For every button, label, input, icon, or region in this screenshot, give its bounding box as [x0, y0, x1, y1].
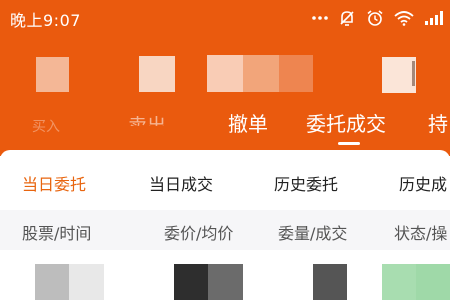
status-time: 晚上9:07	[10, 11, 81, 30]
column-price-avg: 委价/均价	[164, 224, 234, 243]
account-info-blurred	[243, 55, 279, 92]
column-qty-filled: 委量/成交	[278, 224, 348, 243]
account-info-blurred	[207, 55, 243, 92]
account-info-blurred	[139, 56, 175, 92]
tab-holdings[interactable]: 持	[428, 108, 448, 137]
subtab-history-trades[interactable]: 历史成	[399, 171, 447, 195]
list-item-blurred	[69, 264, 104, 300]
list-item-blurred	[416, 264, 450, 300]
list-item-blurred	[208, 264, 243, 300]
active-tab-indicator	[338, 142, 360, 145]
account-info-blurred	[382, 57, 416, 93]
app-header: 晚上9:07 买入 卖出 撤单 委托成交 持	[0, 0, 450, 156]
account-avatar-blurred	[36, 57, 69, 92]
subtab-history-orders[interactable]: 历史委托	[274, 171, 338, 195]
alarm-icon	[366, 9, 384, 27]
more-dots-icon	[312, 15, 328, 21]
account-info-blurred	[279, 55, 313, 92]
wifi-icon	[394, 10, 414, 26]
tab-orders-trades[interactable]: 委托成交	[306, 108, 386, 137]
column-stock-time: 股票/时间	[22, 224, 92, 243]
column-status-action: 状态/操	[394, 224, 448, 243]
account-info-blurred	[412, 61, 415, 86]
status-bar: 晚上9:07	[0, 0, 450, 36]
column-header-row: 股票/时间 委价/均价 委量/成交 状态/操	[0, 210, 450, 250]
orders-panel: 当日委托 当日成交 历史委托 历史成 股票/时间 委价/均价 委量/成交 状态/…	[0, 150, 450, 300]
tab-sell[interactable]: 卖出	[128, 111, 166, 126]
subtab-today-trades[interactable]: 当日成交	[149, 171, 213, 195]
mute-icon	[338, 9, 356, 27]
list-item-blurred	[174, 264, 208, 300]
list-item-blurred	[313, 264, 347, 300]
list-item-blurred	[382, 264, 416, 300]
tab-cancel-order[interactable]: 撤单	[228, 108, 268, 137]
list-item-blurred	[35, 264, 69, 300]
subtab-today-orders[interactable]: 当日委托	[22, 171, 86, 195]
tab-buy[interactable]: 买入	[32, 116, 60, 136]
status-icons	[312, 8, 444, 28]
signal-icon	[424, 10, 444, 26]
